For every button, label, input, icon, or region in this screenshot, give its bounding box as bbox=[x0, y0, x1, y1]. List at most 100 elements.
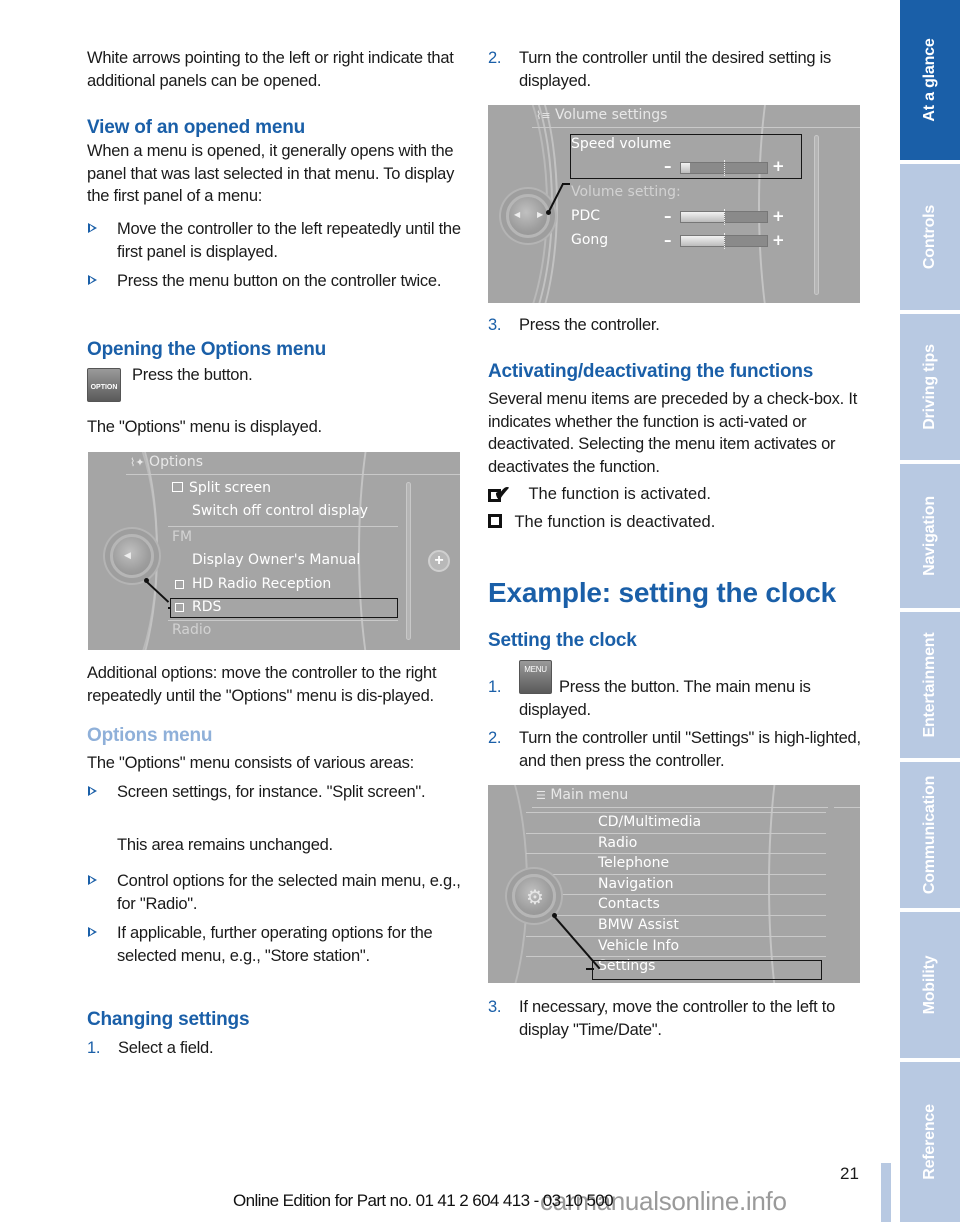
pdc-label: PDC bbox=[571, 208, 600, 224]
speed-volume-label: Speed volume bbox=[571, 136, 672, 152]
left-arrow-icon: ◀ bbox=[514, 210, 521, 219]
options-heading: Opening the Options menu bbox=[87, 339, 327, 360]
volume-title: ⌇≡ Volume settings bbox=[536, 107, 668, 123]
tab-label: At a glance bbox=[921, 38, 938, 122]
clock-heading: Setting the clock bbox=[488, 630, 637, 651]
main-menu-screenshot: ☰ Main menu CD/Multimedia Radio Telephone N… bbox=[488, 785, 860, 983]
tab-mobility[interactable]: Mobility bbox=[900, 912, 960, 1058]
tab-at-a-glance[interactable]: At a glance bbox=[900, 0, 960, 160]
menu-item-cd-multimedia[interactable]: CD/Multimedia bbox=[598, 814, 701, 830]
menu-item-radio[interactable]: Radio bbox=[598, 835, 637, 851]
list-item: Control options for the selected main me… bbox=[87, 870, 467, 915]
options-menu-heading: Options menu bbox=[87, 725, 213, 746]
option-button-image: OPTION bbox=[87, 368, 121, 402]
step-item: 3. Press the controller. bbox=[488, 316, 660, 334]
volume-setting-label: Volume setting: bbox=[571, 184, 681, 200]
page-number: 21 bbox=[840, 1164, 859, 1183]
right-arrow-icon: ▶ bbox=[537, 210, 544, 219]
controller-knob: ⚙ bbox=[512, 874, 556, 918]
chapter-tabs: At a glance Controls Driving tips Navigatio… bbox=[900, 0, 960, 1222]
menu-section-radio: Radio bbox=[172, 622, 212, 638]
controller-knob: ◀ bbox=[110, 534, 154, 578]
menu-item-bmw-assist[interactable]: BMW Assist bbox=[598, 917, 679, 933]
menu-divider bbox=[526, 956, 826, 958]
menu-item-owners-manual[interactable]: Display Owner's Manual bbox=[192, 552, 360, 568]
list-item: Move the controller to the left repeated… bbox=[87, 218, 462, 263]
add-icon: + bbox=[428, 550, 450, 572]
list-item: If applicable, further operating options… bbox=[87, 922, 462, 967]
activated-legend: ✔ The function is activated. bbox=[488, 484, 711, 504]
deactivated-legend: The function is deactivated. bbox=[488, 513, 715, 532]
tab-communication[interactable]: Communication bbox=[900, 762, 960, 908]
example-heading: Example: setting the clock bbox=[488, 577, 837, 608]
additional-options-text: Additional options: move the controller … bbox=[87, 664, 437, 705]
bullet-triangle-icon bbox=[88, 875, 97, 885]
controller-knob: ◀ ▶ bbox=[506, 194, 550, 238]
tab-label: Entertainment bbox=[921, 632, 938, 738]
bullet-triangle-icon bbox=[88, 275, 97, 285]
menu-item-split-screen[interactable]: Split screen bbox=[172, 480, 271, 496]
menu-divider bbox=[526, 853, 826, 855]
step-item: 1. MENU Press the button. The main menu … bbox=[488, 660, 863, 721]
gong-slider[interactable] bbox=[680, 233, 768, 249]
tab-controls[interactable]: Controls bbox=[900, 164, 960, 310]
menu-divider bbox=[526, 894, 826, 896]
tab-label: Reference bbox=[921, 1104, 938, 1180]
changing-settings-heading: Changing settings bbox=[87, 1009, 250, 1030]
pdc-slider[interactable] bbox=[680, 209, 768, 225]
volume-screenshot: ⌇≡ Volume settings Speed volume – + Volu… bbox=[488, 105, 860, 303]
scrollbar[interactable] bbox=[814, 135, 819, 295]
menu-item-telephone[interactable]: Telephone bbox=[598, 855, 669, 871]
scrollbar[interactable] bbox=[406, 482, 411, 640]
bullet-triangle-icon bbox=[88, 223, 97, 233]
menu-item-rds[interactable]: RDS bbox=[192, 599, 221, 615]
unchecked-box-icon bbox=[175, 603, 184, 612]
tab-reference[interactable]: Reference bbox=[900, 1062, 960, 1222]
list-item: Press the menu button on the controller … bbox=[87, 270, 447, 293]
checked-box-icon: ✔ bbox=[488, 484, 520, 504]
tab-label: Driving tips bbox=[921, 344, 938, 430]
list-item: Screen settings, for instance. "Split sc… bbox=[87, 781, 427, 804]
tab-label: Controls bbox=[921, 204, 938, 270]
view-heading: View of an opened menu bbox=[87, 117, 306, 138]
menu-item-hd-radio[interactable]: HD Radio Reception bbox=[192, 576, 331, 592]
options-screenshot: ⌇✦ Options Split screen Switch off contr… bbox=[88, 452, 460, 650]
bullet-triangle-icon bbox=[88, 786, 97, 796]
speed-volume-slider[interactable] bbox=[680, 160, 768, 176]
menu-divider bbox=[526, 915, 826, 916]
option-button-icon: OPTION bbox=[87, 368, 121, 402]
unchanged-note: This area remains unchanged. bbox=[117, 836, 333, 854]
activating-text: Several menu items are preceded by a che… bbox=[488, 390, 858, 476]
menu-item-switch-off[interactable]: Switch off control display bbox=[192, 503, 368, 519]
menu-divider bbox=[526, 812, 826, 813]
menu-item-contacts[interactable]: Contacts bbox=[598, 896, 660, 912]
main-menu-icon: ☰ bbox=[536, 789, 546, 802]
gong-label: Gong bbox=[571, 232, 609, 248]
left-arrow-icon: ◀ bbox=[124, 550, 131, 560]
tab-label: Communication bbox=[921, 775, 938, 895]
step-item: 3. If necessary, move the controller to … bbox=[488, 998, 836, 1039]
checked-box-icon bbox=[172, 482, 183, 492]
bullet-triangle-icon bbox=[88, 927, 97, 937]
unchecked-box-icon bbox=[175, 580, 184, 589]
options-title: ⌇✦ Options bbox=[130, 454, 204, 470]
menu-divider bbox=[526, 832, 826, 834]
view-text: When a menu is opened, it generally open… bbox=[87, 142, 455, 205]
tab-entertainment[interactable]: Entertainment bbox=[900, 612, 960, 758]
menu-divider bbox=[526, 873, 826, 875]
options-menu-text: The "Options" menu consists of various a… bbox=[87, 754, 414, 772]
tab-label: Mobility bbox=[921, 955, 938, 1015]
menu-item-navigation[interactable]: Navigation bbox=[598, 876, 674, 892]
menu-item-vehicle-info[interactable]: Vehicle Info bbox=[598, 938, 679, 954]
step-item: 2. Turn the controller until "Settings" … bbox=[488, 729, 861, 770]
selection-highlight bbox=[592, 960, 822, 980]
tab-navigation[interactable]: Navigation bbox=[900, 464, 960, 608]
tab-driving-tips[interactable]: Driving tips bbox=[900, 314, 960, 460]
options-displayed-text: The "Options" menu is displayed. bbox=[87, 418, 322, 436]
intro-text: White arrows pointing to the left or rig… bbox=[87, 49, 454, 90]
menu-section-fm: FM bbox=[172, 529, 193, 545]
gear-icon: ⚙ bbox=[526, 887, 544, 909]
footer-bar bbox=[881, 1163, 891, 1222]
antenna-icon: ⌇✦ bbox=[130, 456, 145, 469]
main-menu-title: ☰ Main menu bbox=[536, 787, 629, 803]
